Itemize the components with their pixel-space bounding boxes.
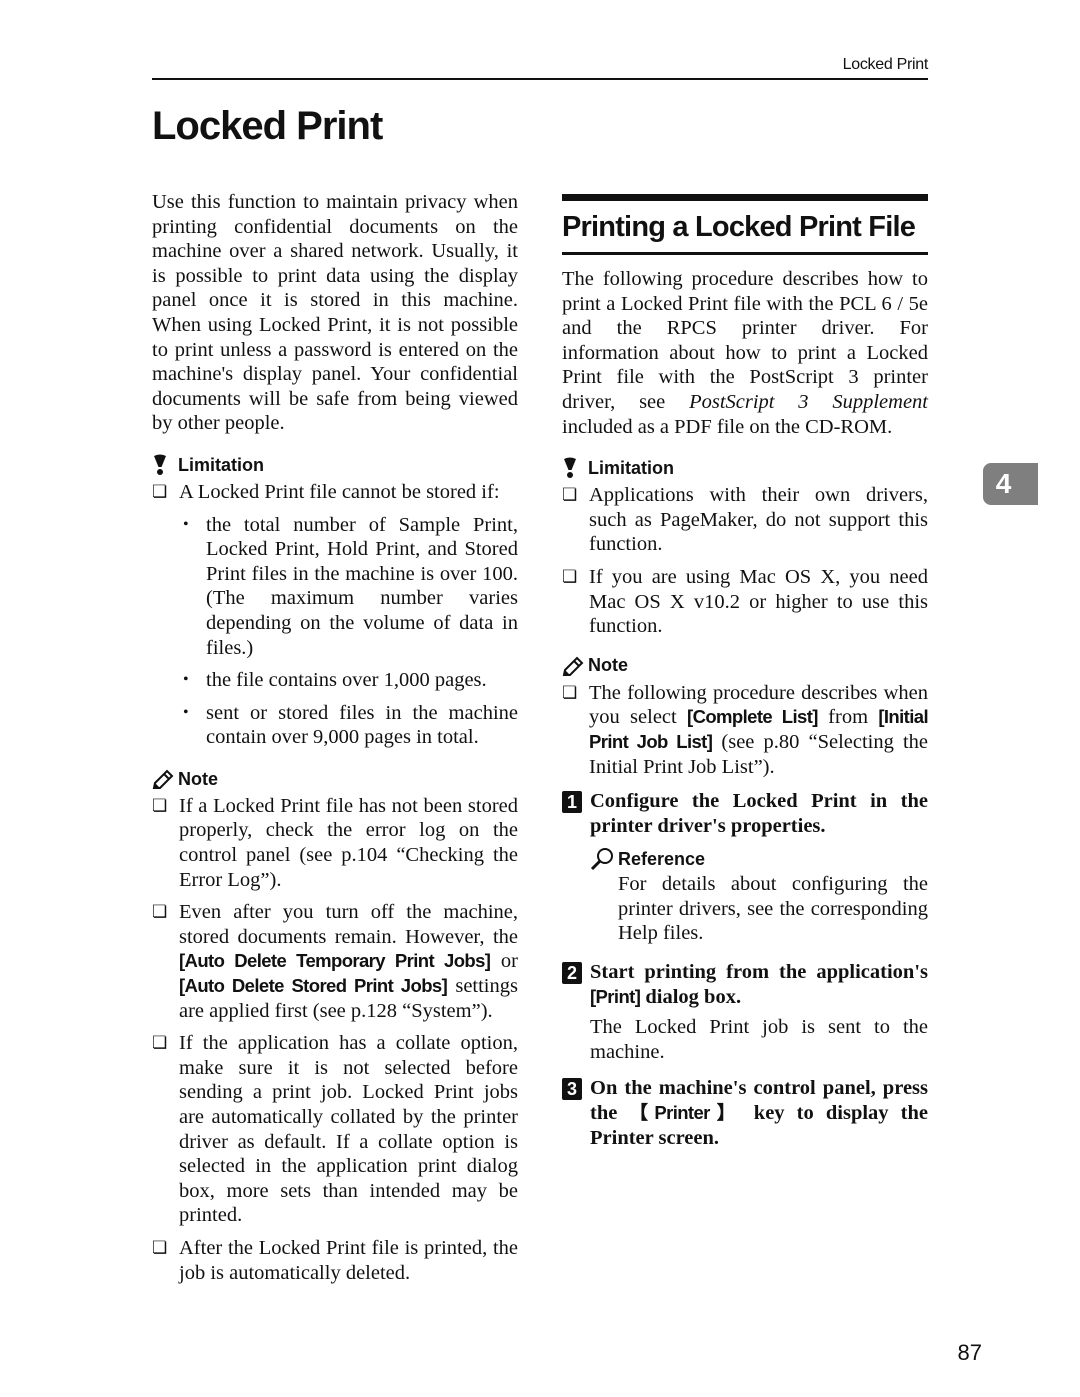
checkbox-bullet-icon: ❏ xyxy=(152,1237,168,1257)
step-1: 1 Configure the Locked Print in the prin… xyxy=(562,789,928,838)
setting-name: [Auto Delete Temporary Print Jobs] xyxy=(179,950,491,972)
bullet-icon: • xyxy=(183,671,189,689)
section-rule-top xyxy=(562,194,928,201)
step-number-badge: 2 xyxy=(562,962,582,985)
setting-name: [Auto Delete Stored Print Jobs] xyxy=(179,975,448,997)
note-item: ❏ If a Locked Print file has not been st… xyxy=(152,794,518,891)
checkbox-bullet-icon: ❏ xyxy=(152,795,168,815)
list-item: • the total number of Sample Print, Lock… xyxy=(179,513,518,661)
limitation-heading: Limitation xyxy=(152,452,518,478)
note-item: ❏ Even after you turn off the machine, s… xyxy=(152,901,518,1022)
intro-paragraph: Use this function to maintain privacy wh… xyxy=(152,191,518,435)
reference-label: Reference xyxy=(618,848,706,869)
exclamation-icon xyxy=(562,457,588,479)
right-column: Printing a Locked Print File The followi… xyxy=(562,194,929,1150)
checkbox-bullet-icon: ❏ xyxy=(152,481,168,501)
document-title: PostScript 3 Supplement xyxy=(689,390,928,413)
step-3: 3 On the machine's control panel, press … xyxy=(562,1076,928,1150)
note-item: ❏ The following procedure describes when… xyxy=(562,681,929,778)
chapter-tab: 4 xyxy=(983,463,1038,505)
note-heading: Note xyxy=(562,653,928,679)
note-heading: Note xyxy=(152,766,518,792)
note-item: ❏ After the Locked Print file is printed… xyxy=(152,1236,518,1284)
checkbox-bullet-icon: ❏ xyxy=(562,485,578,505)
limitation-item: ❏ Applications with their own drivers, s… xyxy=(562,484,928,556)
pencil-icon xyxy=(152,769,178,789)
section-rule-bottom xyxy=(562,252,928,255)
menu-name: [Complete List] xyxy=(687,706,818,728)
note-label: Note xyxy=(588,655,628,676)
reference-text: For details about configuring the printe… xyxy=(618,873,928,945)
limitation-bullets: • the total number of Sample Print, Lock… xyxy=(179,513,518,750)
reference-heading: Reference xyxy=(590,846,928,872)
checkbox-bullet-icon: ❏ xyxy=(562,566,578,586)
limitation-label: Limitation xyxy=(178,454,264,475)
bullet-icon: • xyxy=(183,703,189,721)
section-intro: The following procedure describes how to… xyxy=(562,268,928,438)
note-label: Note xyxy=(178,768,218,789)
list-item: • the file contains over 1,000 pages. xyxy=(179,668,518,693)
limitation-heading: Limitation xyxy=(562,455,928,481)
limitation-label: Limitation xyxy=(588,457,674,478)
left-column: Use this function to maintain privacy wh… xyxy=(152,190,518,1293)
page-number: 87 xyxy=(957,1340,982,1365)
key-name: 【Printer】 xyxy=(629,1102,742,1124)
limitation-item: ❏ A Locked Print file cannot be stored i… xyxy=(152,480,500,503)
step-body: The Locked Print job is sent to the mach… xyxy=(590,1016,928,1063)
running-head: Locked Print xyxy=(842,56,929,73)
step-2: 2 Start printing from the application's … xyxy=(562,960,928,1009)
step-number-badge: 3 xyxy=(562,1078,582,1101)
bullet-icon: • xyxy=(183,515,189,533)
checkbox-bullet-icon: ❏ xyxy=(152,902,168,922)
magnifier-icon xyxy=(590,847,618,871)
exclamation-icon xyxy=(152,454,178,476)
dialog-name: [Print] xyxy=(590,985,641,1007)
note-item: ❏ If the application has a collate optio… xyxy=(152,1032,518,1227)
checkbox-bullet-icon: ❏ xyxy=(152,1033,168,1053)
step-number-badge: 1 xyxy=(562,791,582,814)
pencil-icon xyxy=(562,656,588,676)
list-item: • sent or stored files in the machine co… xyxy=(179,701,518,750)
checkbox-bullet-icon: ❏ xyxy=(562,682,578,702)
section-title: Printing a Locked Print File xyxy=(562,211,916,243)
header-rule xyxy=(152,78,928,80)
page-title: Locked Print xyxy=(152,104,383,148)
limitation-item: ❏ If you are using Mac OS X, you need Ma… xyxy=(562,565,928,638)
